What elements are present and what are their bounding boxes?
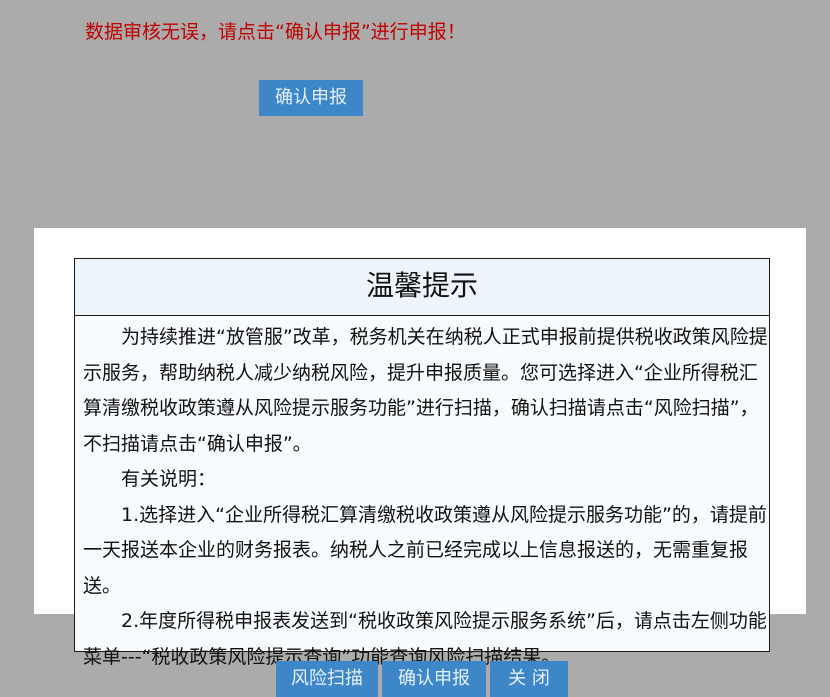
dialog-paragraph-notes-heading: 有关说明： [121, 468, 217, 490]
notice-text: 数据审核无误，请点击“确认申报”进行申报！ [85, 21, 466, 43]
dialog-paragraph-intro: 为持续推进“放管服”改革，税务机关在纳税人正式申报前提供税收政策风险提示服务，帮… [83, 326, 768, 455]
confirm-submit-button[interactable]: 确认申报 [382, 661, 486, 697]
dialog-body: 为持续推进“放管服”改革，税务机关在纳税人正式申报前提供税收政策风险提示服务，帮… [75, 316, 769, 675]
dialog-title: 温馨提示 [75, 259, 769, 316]
risk-scan-button[interactable]: 风险扫描 [276, 661, 378, 697]
close-button[interactable]: 关 闭 [490, 661, 568, 697]
reminder-dialog: 温馨提示 为持续推进“放管服”改革，税务机关在纳税人正式申报前提供税收政策风险提… [74, 258, 770, 668]
confirm-submit-button-top[interactable]: 确认申报 [259, 80, 363, 116]
dialog-paragraph-note-1: 1.选择进入“企业所得税汇算清缴税收政策遵从风险提示服务功能”的，请提前一天报送… [83, 503, 767, 597]
